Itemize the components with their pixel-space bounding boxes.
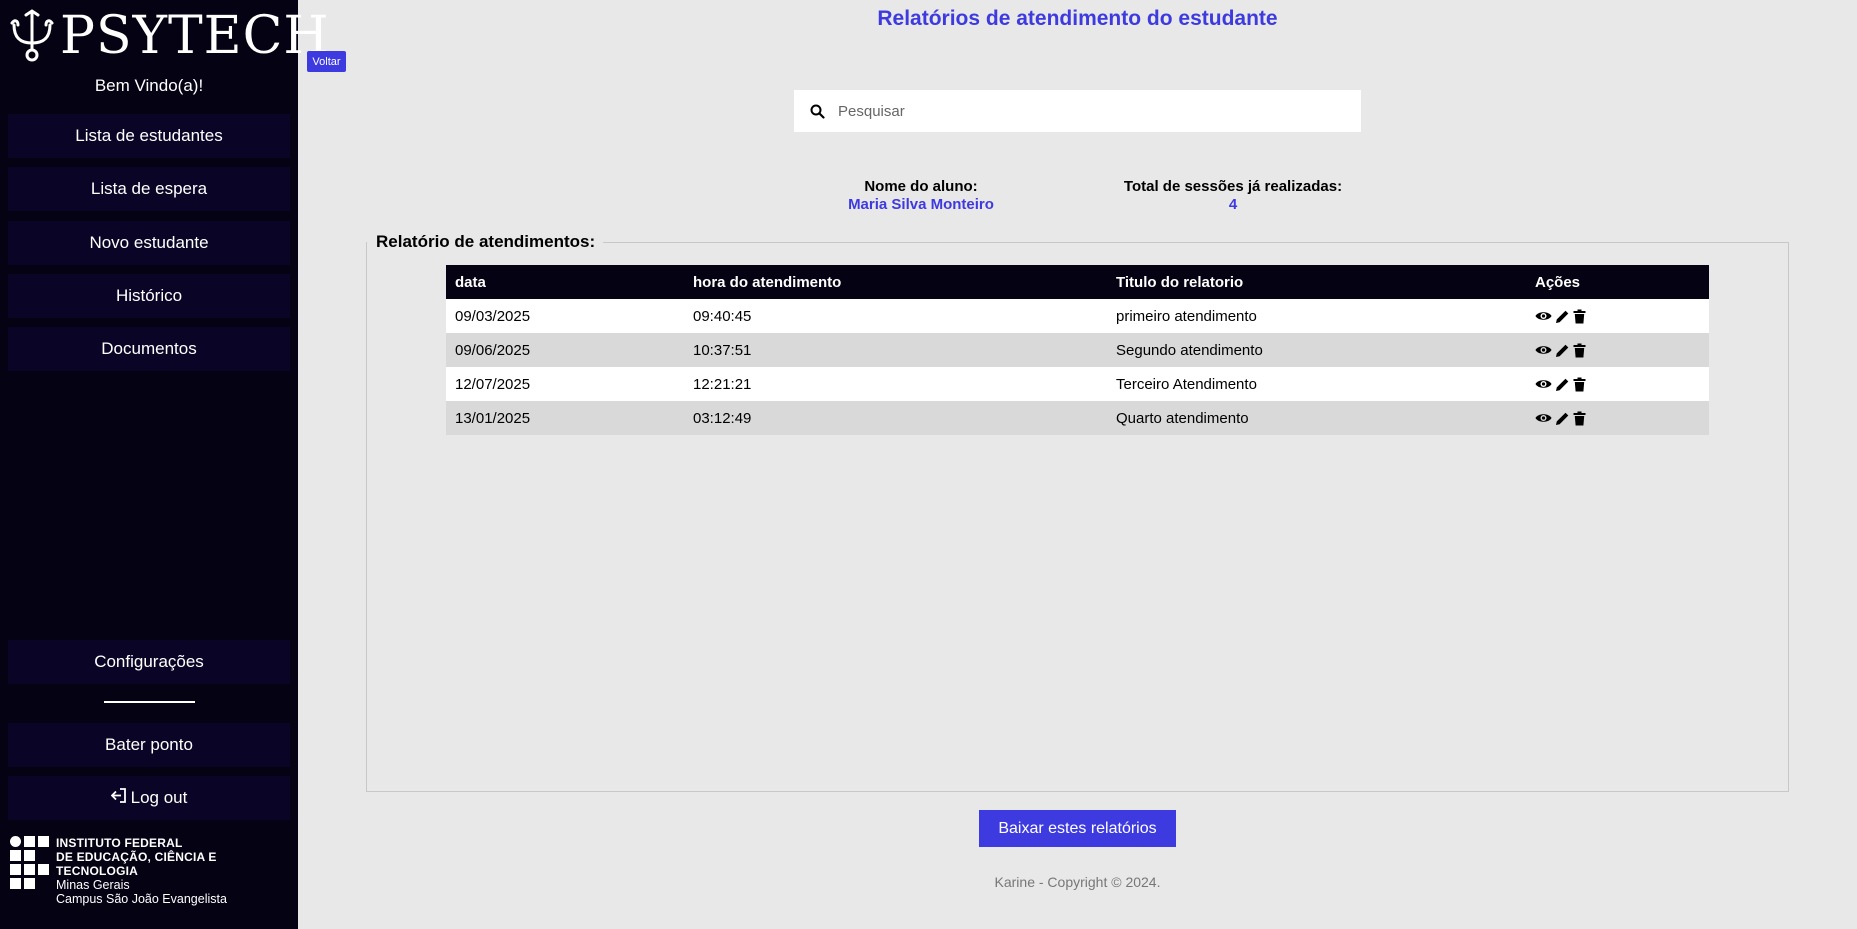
- table-row: 13/01/2025 03:12:49 Quarto atendimento: [446, 401, 1709, 435]
- column-header-time: hora do atendimento: [684, 265, 1107, 299]
- cell-date: 09/06/2025: [446, 333, 684, 367]
- trash-icon[interactable]: [1573, 343, 1586, 358]
- logo-text: PSYTECH: [60, 6, 330, 66]
- sidebar-item-label: Novo estudante: [89, 233, 209, 252]
- welcome-text: Bem Vindo(a)!: [94, 76, 204, 95]
- cell-title: Terceiro Atendimento: [1107, 367, 1526, 401]
- if-grid-icon: [10, 836, 52, 890]
- cell-actions: [1526, 299, 1709, 333]
- cell-date: 12/07/2025: [446, 367, 684, 401]
- column-header-actions: Ações: [1526, 265, 1709, 299]
- cell-time: 09:40:45: [684, 299, 1107, 333]
- cell-time: 12:21:21: [684, 367, 1107, 401]
- institution-logo: INSTITUTO FEDERAL DE EDUCAÇÃO, CIÊNCIA E…: [10, 836, 290, 906]
- student-name-block: Nome do aluno: Maria Silva Monteiro: [801, 178, 1041, 213]
- eye-icon[interactable]: [1535, 310, 1552, 322]
- sessions-count: 4: [1228, 196, 1238, 213]
- trash-icon[interactable]: [1573, 377, 1586, 392]
- search-input[interactable]: [838, 91, 1338, 131]
- reports-legend: Relatório de atendimentos:: [376, 232, 596, 251]
- psytech-logo: PSYTECH: [10, 6, 329, 66]
- pencil-icon[interactable]: [1555, 377, 1570, 392]
- sidebar-item-clock-in[interactable]: Bater ponto: [8, 723, 290, 767]
- sidebar-item-label: Bater ponto: [105, 735, 193, 754]
- cell-actions: [1526, 333, 1709, 367]
- sidebar-item-label: Lista de espera: [90, 179, 208, 198]
- sidebar-divider: [104, 701, 195, 703]
- logout-icon: [110, 788, 127, 808]
- trash-icon[interactable]: [1573, 411, 1586, 426]
- student-name-label: Nome do aluno:: [864, 178, 978, 195]
- cell-title: primeiro atendimento: [1107, 299, 1526, 333]
- pencil-icon[interactable]: [1555, 411, 1570, 426]
- cell-actions: [1526, 401, 1709, 435]
- column-header-title: Titulo do relatorio: [1107, 265, 1526, 299]
- footer-copyright: Karine - Copyright © 2024.: [994, 874, 1161, 890]
- column-header-date: data: [446, 265, 684, 299]
- cell-date: 09/03/2025: [446, 299, 684, 333]
- sidebar-item-history[interactable]: Histórico: [8, 274, 290, 318]
- sidebar-item-label: Histórico: [115, 286, 183, 305]
- student-name: Maria Silva Monteiro: [848, 196, 994, 213]
- table-row: 09/06/2025 10:37:51 Segundo atendimento: [446, 333, 1709, 367]
- sessions-count-block: Total de sessões já realizadas: 4: [1113, 178, 1353, 213]
- cell-title: Segundo atendimento: [1107, 333, 1526, 367]
- institution-line-1: INSTITUTO FEDERAL: [56, 836, 183, 850]
- back-button[interactable]: Voltar: [307, 51, 346, 72]
- sidebar-item-label: Documentos: [101, 339, 197, 358]
- table-row: 12/07/2025 12:21:21 Terceiro Atendimento: [446, 367, 1709, 401]
- pencil-icon[interactable]: [1555, 343, 1570, 358]
- cell-title: Quarto atendimento: [1107, 401, 1526, 435]
- sidebar-item-documents[interactable]: Documentos: [8, 327, 290, 371]
- sidebar-item-label: Lista de estudantes: [75, 126, 223, 145]
- institution-line-3: Minas Gerais: [56, 878, 130, 892]
- institution-line-2: DE EDUCAÇÃO, CIÊNCIA E TECNOLOGIA: [56, 850, 217, 878]
- trash-icon[interactable]: [1573, 309, 1586, 324]
- sessions-count-label: Total de sessões já realizadas:: [1123, 178, 1343, 195]
- logout-label: Log out: [130, 788, 188, 807]
- sidebar-item-settings[interactable]: Configurações: [8, 640, 290, 684]
- cell-actions: [1526, 367, 1709, 401]
- eye-icon[interactable]: [1535, 378, 1552, 390]
- search-bar: [794, 90, 1361, 132]
- sidebar-item-new-student[interactable]: Novo estudante: [8, 221, 290, 265]
- institution-line-4: Campus São João Evangelista: [56, 892, 227, 906]
- sidebar-item-student-list[interactable]: Lista de estudantes: [8, 114, 290, 158]
- cell-time: 03:12:49: [684, 401, 1107, 435]
- pencil-icon[interactable]: [1555, 309, 1570, 324]
- eye-icon[interactable]: [1535, 344, 1552, 356]
- sidebar-item-label: Configurações: [94, 652, 204, 671]
- psi-trident-icon: [10, 9, 54, 62]
- cell-date: 13/01/2025: [446, 401, 684, 435]
- eye-icon[interactable]: [1535, 412, 1552, 424]
- sidebar: PSYTECH Bem Vindo(a)! Lista de estudante…: [0, 0, 329, 929]
- logout-button[interactable]: Log out: [8, 776, 290, 820]
- table-row: 09/03/2025 09:40:45 primeiro atendimento: [446, 299, 1709, 333]
- search-icon: [796, 104, 838, 119]
- sidebar-item-waiting-list[interactable]: Lista de espera: [8, 167, 290, 211]
- download-reports-button[interactable]: Baixar estes relatórios: [979, 810, 1176, 847]
- cell-time: 10:37:51: [684, 333, 1107, 367]
- table-header-row: data hora do atendimento Titulo do relat…: [446, 265, 1709, 299]
- page-title: Relatórios de atendimento do estudante: [877, 7, 1278, 30]
- reports-table: data hora do atendimento Titulo do relat…: [446, 265, 1709, 435]
